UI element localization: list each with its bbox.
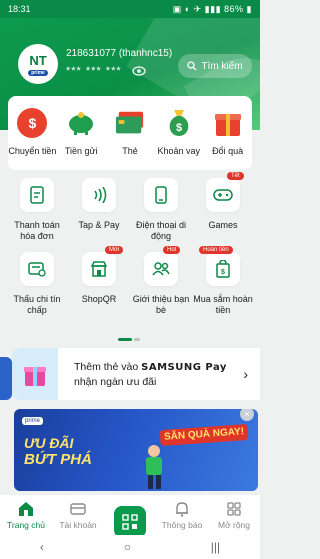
cashback-icon: $: [206, 252, 240, 286]
prime-logo: prime: [22, 417, 44, 425]
service-cashback-shopping[interactable]: Hoàn tiền $ Mua sắm hoàn tiền: [193, 246, 253, 316]
quick-action-label: Chuyển tiền: [8, 146, 57, 156]
service-label: Thanh toán hóa đơn: [14, 220, 60, 241]
service-tap-pay[interactable]: Tap & Pay: [69, 178, 129, 242]
service-label: Thấu chi tín chấp: [13, 294, 61, 315]
runner-illustration: [146, 445, 162, 489]
tet-badge: Tết: [227, 172, 244, 180]
quick-action-loan[interactable]: $ Khoản vay: [155, 108, 203, 170]
nav-label: Trang chủ: [7, 520, 45, 530]
recents-icon[interactable]: |||: [211, 540, 220, 554]
balance-row: *** *** ***: [66, 65, 146, 77]
dollar-circle-icon: $: [17, 108, 48, 138]
nav-qr[interactable]: [104, 506, 156, 538]
back-icon[interactable]: ‹: [40, 540, 44, 554]
masked-balance: *** *** ***: [66, 65, 122, 77]
service-mobile-topup[interactable]: Điện thoại di động: [131, 178, 191, 242]
quick-action-transfer[interactable]: $ Chuyển tiền: [8, 108, 56, 170]
bill-icon: [20, 178, 54, 212]
close-icon[interactable]: ×: [240, 409, 254, 421]
service-label: Giới thiệu bạn bè: [132, 294, 190, 315]
money-bag-icon: $: [164, 108, 194, 138]
banner-headline-2: BỨT PHÁ: [24, 451, 92, 468]
nav-notifications[interactable]: Thông báo: [156, 500, 208, 530]
prime-badge: prime: [28, 69, 48, 76]
nav-label: Thông báo: [161, 520, 203, 530]
search-label: Tìm kiếm: [201, 60, 243, 72]
nav-label: Tài khoản: [59, 520, 97, 530]
samsung-pay-promo[interactable]: Thêm thẻ vào SAMSUNG Pay nhận ngàn ưu đã…: [12, 348, 260, 400]
qr-scan-icon[interactable]: [114, 506, 146, 538]
sanqua-tag: SĂN QUÀ NGAY!: [159, 423, 249, 447]
status-bar: 18:31 ▣ ◐ ✈ ▮▮▮ 86% ▮: [0, 0, 260, 18]
search-icon: [187, 61, 197, 71]
gift-icon: [213, 108, 243, 138]
account-icon: [69, 500, 87, 518]
quick-action-label: Tiền gửi: [64, 146, 98, 156]
service-label: Mua sắm hoàn tiền: [193, 294, 253, 315]
service-label: Điện thoại di động: [135, 220, 187, 241]
quick-actions: $ Chuyển tiền Tiền gửi Thẻ $ Khoản vay Đ…: [8, 96, 252, 170]
cashback-badge: Hoàn tiền: [199, 246, 233, 254]
service-refer-friends[interactable]: Hot Giới thiệu bạn bè: [131, 246, 191, 316]
service-grid: Thanh toán hóa đơn Tap & Pay Điện thoại …: [0, 172, 260, 316]
quick-action-card[interactable]: Thẻ: [106, 108, 154, 170]
home-circle-icon[interactable]: ○: [124, 540, 131, 554]
hot-badge: Hot: [163, 246, 181, 254]
avatar-initials: NT: [29, 52, 47, 68]
page-indicator: [118, 338, 140, 341]
status-indicators: ▣ ◐ ✈ ▮▮▮ 86% ▮: [172, 3, 252, 14]
service-bill-payment[interactable]: Thanh toán hóa đơn: [7, 178, 67, 242]
avatar[interactable]: NT prime: [18, 44, 58, 84]
service-overdraft[interactable]: Thấu chi tín chấp: [7, 252, 67, 316]
svg-text:$: $: [176, 122, 182, 134]
promo-line1: Thêm thẻ vào: [74, 361, 139, 373]
phone-icon: [144, 178, 178, 212]
quick-action-rewards[interactable]: Đổi quà: [204, 108, 252, 170]
svg-text:$: $: [221, 269, 225, 276]
bell-icon: [175, 500, 189, 518]
new-badge: Mới: [105, 246, 124, 254]
service-shopqr[interactable]: Mới ShopQR: [69, 246, 129, 316]
shop-icon: [82, 252, 116, 286]
promo-accent: [0, 357, 12, 400]
service-label: Tap & Pay: [78, 220, 120, 230]
gamepad-icon: [206, 178, 240, 212]
nav-home[interactable]: Trang chủ: [0, 500, 52, 530]
chevron-right-icon: ›: [243, 366, 248, 382]
gift-icon: [12, 348, 58, 400]
nav-label: Mở rộng: [217, 520, 251, 530]
promo-line2: nhận ngàn ưu đãi: [74, 376, 157, 388]
nav-account[interactable]: Tài khoản: [52, 500, 104, 530]
system-nav: ‹ ○ |||: [0, 535, 260, 559]
overdraft-icon: [20, 252, 54, 286]
quick-action-label: Thẻ: [122, 146, 138, 156]
nfc-icon: [82, 178, 116, 212]
service-label: Games: [208, 220, 238, 230]
banner-headline: ƯU ĐÃI: [24, 435, 74, 451]
service-label: ShopQR: [81, 294, 117, 304]
promo-brand: SAMSUNG Pay: [141, 362, 227, 373]
nav-more[interactable]: Mở rộng: [208, 500, 260, 530]
bottom-nav: Trang chủ Tài khoản Thông báo Mở rộng: [0, 495, 260, 538]
account-number[interactable]: 218631077 (thanhnc15): [66, 48, 172, 59]
card-icon: [115, 108, 145, 138]
eye-icon[interactable]: [132, 66, 146, 76]
grid-icon: [227, 500, 241, 518]
quick-action-label: Khoản vay: [157, 146, 201, 156]
quick-action-deposit[interactable]: Tiền gửi: [57, 108, 105, 170]
service-games[interactable]: Tết Games: [193, 172, 253, 242]
users-icon: [144, 252, 178, 286]
status-time: 18:31: [8, 4, 31, 14]
home-icon: [17, 500, 35, 518]
promo-banner[interactable]: prime ƯU ĐÃI BỨT PHÁ SĂN QUÀ NGAY! ×: [14, 409, 258, 491]
piggy-bank-icon: [66, 108, 96, 138]
quick-action-label: Đổi quà: [212, 146, 244, 156]
search-button[interactable]: Tìm kiếm: [178, 54, 252, 78]
